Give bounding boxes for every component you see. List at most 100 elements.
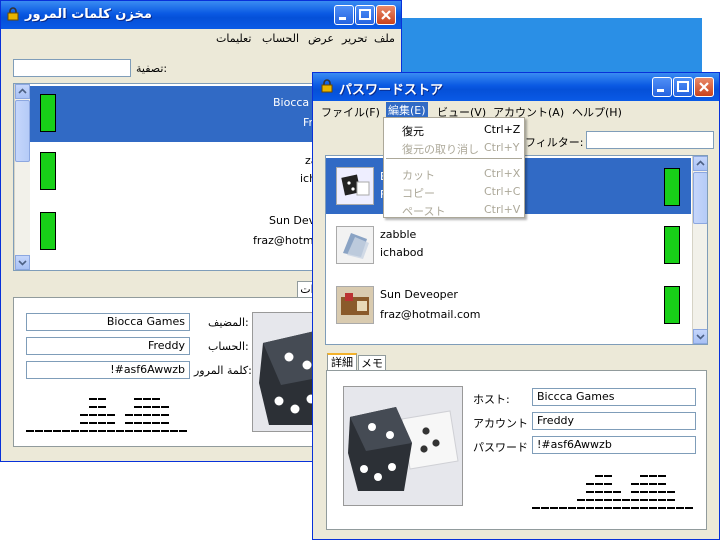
japanese-titlebar[interactable]: パスワードストア [313, 73, 719, 101]
password-strength-meter [532, 465, 693, 509]
menu-item-undo[interactable]: 復元 [402, 123, 424, 139]
strength-segment [152, 422, 160, 424]
strength-segment [107, 414, 115, 416]
edit-menu-dropdown: 復元 Ctrl+Z 復元の取り消し Ctrl+Y カット Ctrl+X コピー … [383, 117, 525, 218]
strength-segment [622, 499, 630, 501]
close-button[interactable] [694, 77, 714, 97]
list-item[interactable]: zabble ichabod [326, 218, 691, 274]
strength-segment [143, 430, 151, 432]
strength-segment [26, 430, 34, 432]
host-field[interactable]: Biccca Games [532, 388, 696, 406]
close-button[interactable] [376, 5, 396, 25]
host-label: ホスト: [473, 393, 510, 406]
menu-item-copy: コピー [402, 187, 435, 200]
list-item[interactable]: Sun Deveoper fraz@hotmail.com [326, 278, 691, 334]
strength-segment [604, 475, 612, 477]
strength-segment [152, 406, 160, 408]
maximize-button[interactable] [355, 5, 375, 25]
row-account: ichabod [380, 246, 424, 259]
strength-segment [613, 507, 621, 509]
strength-segment [134, 422, 142, 424]
strength-segment [125, 414, 133, 416]
menu-help[interactable]: ヘルプ(H) [572, 104, 622, 120]
scroll-thumb[interactable] [693, 172, 707, 224]
strength-segment [107, 422, 115, 424]
strength-segment [170, 430, 178, 432]
account-field[interactable]: Freddy [26, 337, 190, 355]
scroll-thumb[interactable] [15, 100, 30, 162]
strength-segment [89, 422, 97, 424]
strength-segment [152, 414, 160, 416]
scroll-up-button[interactable] [15, 84, 30, 99]
account-thumbnail [336, 226, 374, 264]
strength-segment [98, 414, 106, 416]
list-scrollbar[interactable] [692, 156, 707, 344]
shortcut-copy: Ctrl+C [484, 185, 521, 198]
scroll-down-button[interactable] [693, 329, 707, 344]
strength-segment [613, 499, 621, 501]
filter-input[interactable] [13, 59, 131, 77]
menu-help[interactable]: تعليمات [216, 32, 251, 45]
maximize-button[interactable] [673, 77, 693, 97]
strength-segment [559, 507, 567, 509]
strength-segment [71, 430, 79, 432]
strength-segment [685, 507, 693, 509]
menu-separator [386, 158, 522, 159]
tab-details[interactable]: 詳細 [327, 353, 357, 371]
strength-segment [62, 430, 70, 432]
strength-indicator [664, 168, 680, 206]
strength-segment [649, 499, 657, 501]
scroll-up-button[interactable] [693, 156, 707, 171]
strength-segment [541, 507, 549, 509]
strength-segment [179, 430, 187, 432]
menu-edit[interactable]: تحرير [342, 32, 367, 45]
strength-segment [640, 475, 648, 477]
strength-segment [667, 507, 675, 509]
host-label: المضيف: [208, 316, 249, 329]
scroll-down-button[interactable] [15, 255, 30, 270]
strength-segment [89, 430, 97, 432]
password-label: كلمة المرور: [194, 364, 252, 377]
menu-file[interactable]: ファイル(F) [321, 104, 380, 120]
strength-segment [134, 398, 142, 400]
minimize-button[interactable] [334, 5, 354, 25]
strength-segment [80, 422, 88, 424]
menu-file[interactable]: ملف [374, 32, 395, 45]
strength-segment [143, 414, 151, 416]
strength-indicator [664, 226, 680, 264]
strength-segment [631, 483, 639, 485]
strength-segment [152, 398, 160, 400]
account-field[interactable]: Freddy [532, 412, 696, 430]
tab-memo[interactable]: メモ [358, 355, 386, 371]
filter-input[interactable] [586, 131, 714, 149]
host-field[interactable]: Biocca Games [26, 313, 190, 331]
filter-label: フィルター: [525, 136, 584, 149]
strength-segment [568, 507, 576, 509]
filter-label: تصفية: [136, 62, 168, 75]
shortcut-cut: Ctrl+X [484, 167, 521, 180]
strength-segment [161, 406, 169, 408]
strength-segment [604, 507, 612, 509]
strength-segment [134, 430, 142, 432]
menu-view[interactable]: عرض [308, 32, 334, 45]
account-label: الحساب: [208, 340, 249, 353]
strength-segment [667, 499, 675, 501]
lock-icon [321, 79, 333, 93]
strength-segment [550, 507, 558, 509]
arabic-titlebar[interactable]: مخزن كلمات المرور [1, 1, 401, 29]
strength-segment [577, 499, 585, 501]
password-field[interactable]: !#asf6Awwzb [532, 436, 696, 454]
details-panel: ホスト: Biccca Games アカウント Freddy パスワード !#a… [326, 370, 707, 530]
strength-segment [595, 499, 603, 501]
strength-segment [89, 398, 97, 400]
password-field[interactable]: !#asf6Awwzb [26, 361, 190, 379]
strength-segment [161, 414, 169, 416]
password-label: パスワード [473, 441, 528, 454]
list-scrollbar[interactable] [14, 84, 30, 270]
strength-segment [658, 475, 666, 477]
strength-segment [640, 483, 648, 485]
menu-account[interactable]: الحساب [262, 32, 299, 45]
strength-segment [161, 422, 169, 424]
minimize-button[interactable] [652, 77, 672, 97]
strength-indicator [40, 270, 56, 271]
